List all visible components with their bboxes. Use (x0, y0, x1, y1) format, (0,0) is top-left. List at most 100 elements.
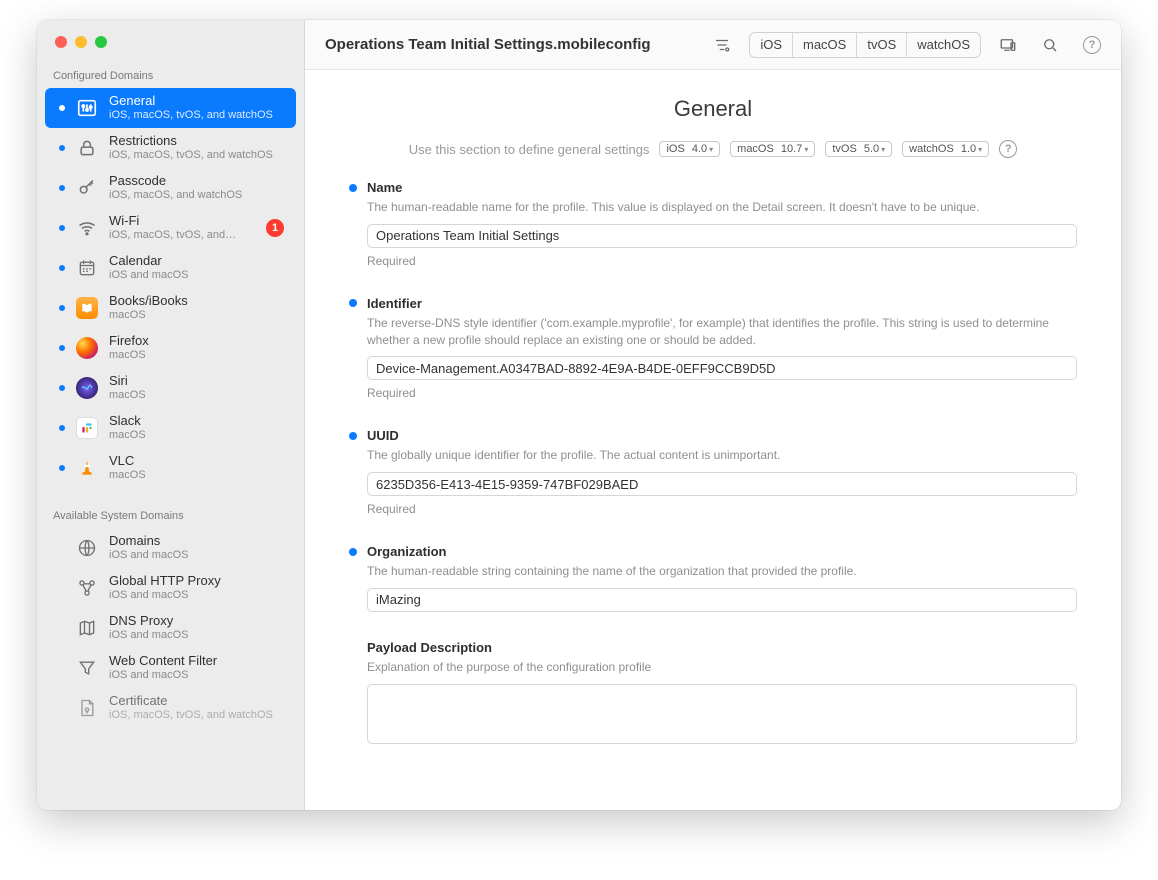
configured-dot-icon (59, 225, 65, 231)
uuid-input[interactable] (367, 472, 1077, 496)
sidebar-item-sublabel: macOS (109, 389, 284, 403)
sliders-icon (75, 96, 99, 120)
configured-dot-icon (59, 345, 65, 351)
sidebar-item-passcode[interactable]: Passcode iOS, macOS, and watchOS (45, 168, 296, 208)
sidebar-item-label: Wi-Fi (109, 213, 256, 229)
sidebar-item-firefox[interactable]: Firefox macOS (45, 328, 296, 368)
configured-dot-icon (59, 385, 65, 391)
sidebar-item-general[interactable]: General iOS, macOS, tvOS, and watchOS (45, 88, 296, 128)
field-label: Name (367, 180, 402, 195)
configured-dot-icon (59, 105, 65, 111)
sidebar-item-dns-proxy[interactable]: DNS Proxy iOS and macOS (45, 608, 296, 648)
field-description: The reverse-DNS style identifier ('com.e… (367, 315, 1077, 349)
notification-badge: 1 (266, 219, 284, 237)
os-badge-macos[interactable]: macOS 10.7▾ (730, 141, 815, 157)
close-window-button[interactable] (55, 36, 67, 48)
page-header: General (305, 70, 1121, 128)
segment-tvos[interactable]: tvOS (857, 33, 907, 57)
sidebar-item-sublabel: macOS (109, 309, 284, 323)
sidebar-item-label: Certificate (109, 693, 284, 709)
configured-dot-icon (59, 705, 65, 711)
sidebar-item-restrictions[interactable]: Restrictions iOS, macOS, tvOS, and watch… (45, 128, 296, 168)
configured-dot-icon (59, 305, 65, 311)
sidebar-item-label: VLC (109, 453, 284, 469)
field-label: Organization (367, 544, 446, 559)
sidebar-item-global-http-proxy[interactable]: Global HTTP Proxy iOS and macOS (45, 568, 296, 608)
window-title: Operations Team Initial Settings.mobilec… (325, 36, 651, 53)
sidebar-item-label: DNS Proxy (109, 613, 284, 629)
segment-macos[interactable]: macOS (793, 33, 857, 57)
sidebar-section-configured-header: Configured Domains (37, 48, 304, 88)
sidebar-item-wifi[interactable]: Wi-Fi iOS, macOS, tvOS, and… 1 (45, 208, 296, 248)
configured-dot-icon (59, 265, 65, 271)
os-badge-ios[interactable]: iOS 4.0▾ (659, 141, 720, 157)
content-scroll[interactable]: General Use this section to define gener… (305, 70, 1121, 810)
sidebar-item-sublabel: iOS and macOS (109, 669, 284, 683)
field-label: UUID (367, 428, 399, 443)
sidebar-item-sublabel: macOS (109, 349, 284, 363)
sidebar-item-sublabel: macOS (109, 469, 284, 483)
sidebar-item-label: Firefox (109, 333, 284, 349)
lock-icon (75, 136, 99, 160)
form: Name The human-readable name for the pro… (305, 180, 1121, 807)
configured-dot-icon (59, 625, 65, 631)
main-content: Operations Team Initial Settings.mobilec… (305, 20, 1121, 810)
globe-icon (75, 536, 99, 560)
field-payload-description: Payload Description Explanation of the p… (349, 640, 1077, 749)
filter-list-icon[interactable] (707, 33, 737, 57)
sidebar-item-sublabel: macOS (109, 429, 284, 443)
sidebar-item-label: Global HTTP Proxy (109, 573, 284, 589)
page-subtitle-row: Use this section to define general setti… (305, 128, 1121, 180)
required-label: Required (367, 502, 1077, 516)
section-help-icon[interactable]: ? (999, 140, 1017, 158)
key-icon (75, 176, 99, 200)
configured-dot-icon (59, 145, 65, 151)
proxy-icon (75, 576, 99, 600)
sidebar-item-sublabel: iOS and macOS (109, 589, 284, 603)
sidebar-item-siri[interactable]: Siri macOS (45, 368, 296, 408)
sidebar-item-calendar[interactable]: Calendar iOS and macOS (45, 248, 296, 288)
fullscreen-window-button[interactable] (95, 36, 107, 48)
sidebar-item-sublabel: iOS and macOS (109, 269, 284, 283)
payload-description-textarea[interactable] (367, 684, 1077, 744)
field-identifier: Identifier The reverse-DNS style identif… (349, 296, 1077, 401)
wifi-icon (75, 216, 99, 240)
required-label: Required (367, 254, 1077, 268)
sidebar-item-label: General (109, 93, 284, 109)
sidebar-item-books[interactable]: Books/iBooks macOS (45, 288, 296, 328)
certificate-icon (75, 696, 99, 720)
minimize-window-button[interactable] (75, 36, 87, 48)
segment-watchos[interactable]: watchOS (907, 33, 980, 57)
identifier-input[interactable] (367, 356, 1077, 380)
map-icon (75, 616, 99, 640)
sidebar-item-sublabel: iOS and macOS (109, 629, 284, 643)
organization-input[interactable] (367, 588, 1077, 612)
device-icon[interactable] (993, 33, 1023, 57)
sidebar-item-slack[interactable]: Slack macOS (45, 408, 296, 448)
configured-dot-icon (59, 465, 65, 471)
os-badge-tvos[interactable]: tvOS 5.0▾ (825, 141, 892, 157)
sidebar-item-sublabel: iOS, macOS, tvOS, and watchOS (109, 109, 284, 123)
siri-app-icon (75, 376, 99, 400)
calendar-icon (75, 256, 99, 280)
name-input[interactable] (367, 224, 1077, 248)
sidebar-item-sublabel: iOS, macOS, tvOS, and watchOS (109, 709, 284, 723)
os-badge-watchos[interactable]: watchOS 1.0▾ (902, 141, 989, 157)
configured-dot-icon (59, 185, 65, 191)
sidebar-item-label: Slack (109, 413, 284, 429)
toolbar: Operations Team Initial Settings.mobilec… (305, 20, 1121, 70)
sidebar-item-vlc[interactable]: VLC macOS (45, 448, 296, 488)
sidebar-item-label: Siri (109, 373, 284, 389)
sidebar-item-domains[interactable]: Domains iOS and macOS (45, 528, 296, 568)
field-uuid: UUID The globally unique identifier for … (349, 428, 1077, 516)
required-label: Required (367, 386, 1077, 400)
sidebar-item-label: Calendar (109, 253, 284, 269)
sidebar-item-label: Passcode (109, 173, 284, 189)
sidebar-item-certificate[interactable]: Certificate iOS, macOS, tvOS, and watchO… (45, 688, 296, 728)
segment-ios[interactable]: iOS (750, 33, 793, 57)
configured-dot-icon (59, 665, 65, 671)
search-icon[interactable] (1035, 33, 1065, 57)
help-icon[interactable]: ? (1077, 33, 1107, 57)
slack-app-icon (75, 416, 99, 440)
sidebar-item-web-content-filter[interactable]: Web Content Filter iOS and macOS (45, 648, 296, 688)
